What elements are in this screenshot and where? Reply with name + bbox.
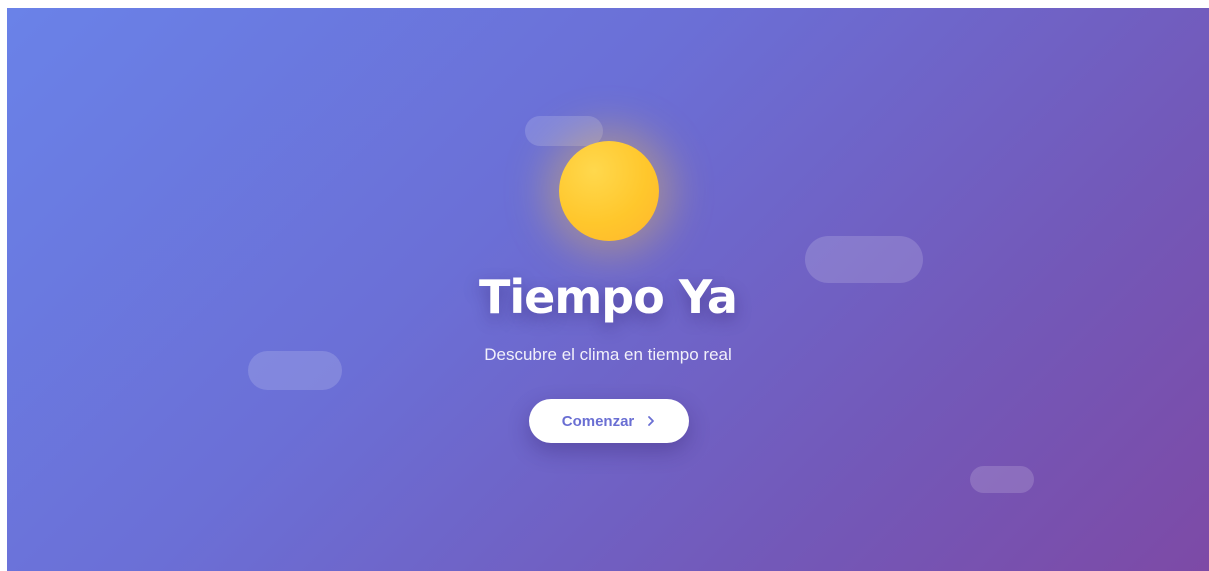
sun-icon bbox=[559, 141, 659, 241]
hero-background: Tiempo Ya Descubre el clima en tiempo re… bbox=[7, 8, 1209, 571]
app-title: Tiempo Ya bbox=[479, 270, 738, 324]
app-subtitle: Descubre el clima en tiempo real bbox=[484, 345, 732, 364]
start-button-label: Comenzar bbox=[561, 412, 635, 430]
cloud-shape bbox=[525, 116, 603, 146]
cloud-shape bbox=[970, 466, 1034, 493]
start-button[interactable]: Comenzar bbox=[529, 399, 689, 443]
chevron-right-icon bbox=[646, 414, 656, 428]
